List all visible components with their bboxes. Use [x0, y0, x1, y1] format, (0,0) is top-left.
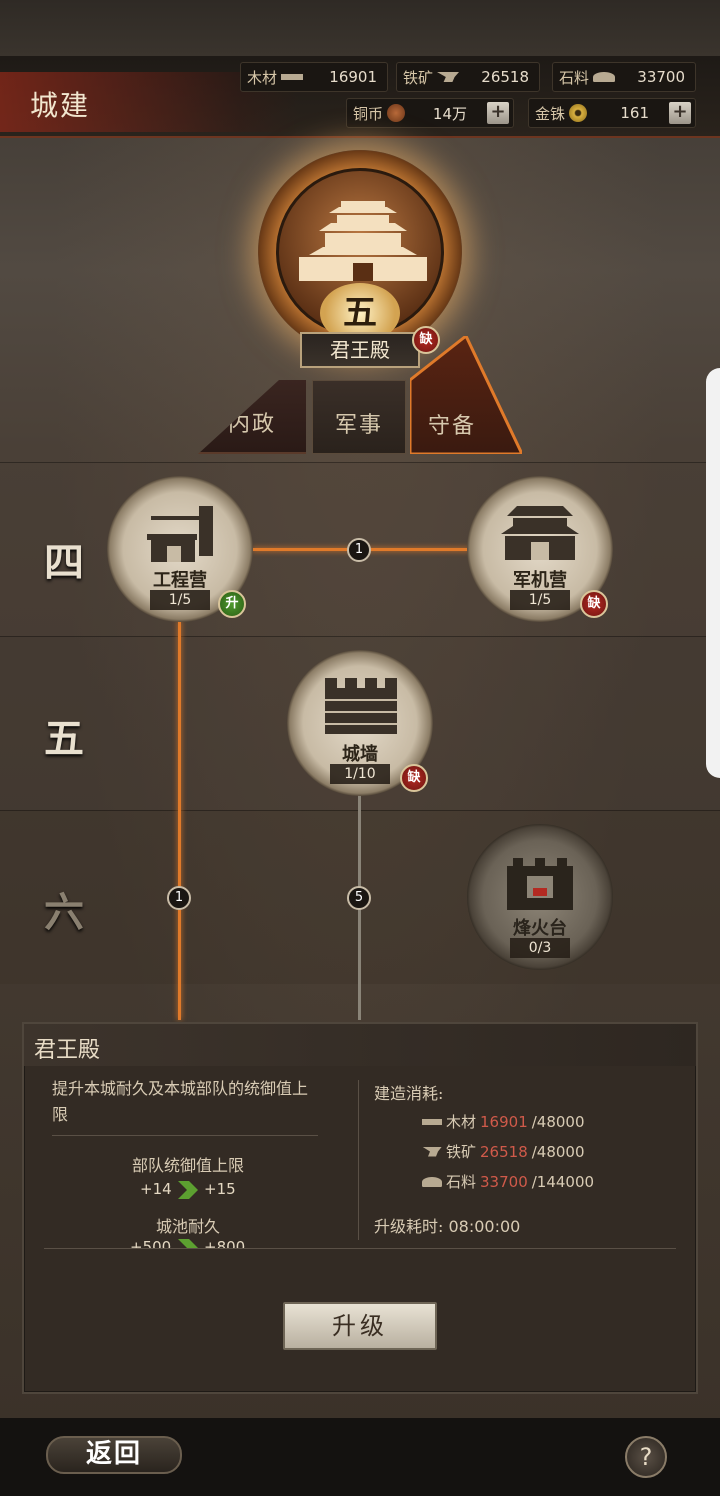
- stat-city-durability-label: 城池耐久: [155, 1217, 220, 1236]
- build-cost-label: 建造消耗:: [374, 1084, 444, 1103]
- page-title: 城建: [30, 89, 91, 122]
- add-copper-button[interactable]: +: [487, 102, 509, 124]
- upgrade-time: 升级耗时: 08:00:00: [374, 1213, 520, 1237]
- back-button[interactable]: 返回: [46, 1436, 182, 1474]
- panel-header: [24, 1024, 696, 1066]
- node-beacon-tower-name: 烽火台: [513, 918, 567, 939]
- resource-wood: 木材 16901: [240, 62, 388, 92]
- stat-troop-command-from: +14: [140, 1180, 172, 1198]
- copper-coin-icon: [387, 104, 406, 122]
- gold-coin-icon: [569, 104, 588, 122]
- node-beacon-tower-count: 0/3: [510, 938, 570, 958]
- resource-stone-value: 33700: [637, 68, 685, 86]
- resource-iron: 铁矿 26518: [396, 62, 540, 92]
- divider: [52, 1135, 318, 1136]
- resource-copper-label: 铜币: [353, 104, 384, 123]
- connector-badge: 1: [167, 886, 191, 910]
- side-panel-handle[interactable]: [706, 368, 720, 778]
- add-gold-button[interactable]: +: [669, 102, 691, 124]
- cost-wood-need: /48000: [531, 1112, 585, 1131]
- cost-wood-name: 木材: [446, 1113, 477, 1131]
- upgrade-time-label: 升级耗时:: [374, 1217, 444, 1236]
- panel-title: 君王殿: [34, 1038, 101, 1063]
- tab-defense-label: 守备: [427, 414, 476, 439]
- cost-stone-have: 33700: [480, 1172, 528, 1191]
- tier-label-4: 四: [44, 539, 84, 586]
- resource-gold-label: 金铢: [535, 104, 566, 123]
- connector-engineering-down: [178, 620, 181, 1020]
- stone-icon: [593, 72, 616, 82]
- resource-copper-value: 14万: [432, 104, 467, 123]
- resource-gold-value: 161: [620, 104, 649, 122]
- cost-iron-name: 铁矿: [446, 1143, 477, 1161]
- resource-copper: 铜币 14万 +: [346, 98, 514, 128]
- connector-badge: 1: [347, 538, 371, 562]
- cost-row-wood: 木材 16901/48000: [422, 1111, 585, 1132]
- stat-city-durability-to: +800: [204, 1238, 246, 1248]
- resource-wood-value: 16901: [329, 68, 377, 86]
- upgrade-time-value: 08:00:00: [448, 1217, 521, 1236]
- connector-badge: 5: [347, 886, 371, 910]
- increase-arrow-icon: [178, 1239, 198, 1248]
- wood-icon: [281, 74, 304, 80]
- node-military-machinery-camp-count: 1/5: [510, 590, 570, 610]
- resource-lack-badge: 缺: [400, 764, 428, 792]
- building-description: 提升本城耐久及本城部队的统御值上限: [52, 1079, 309, 1124]
- tab-military[interactable]: 军事: [312, 380, 406, 454]
- cost-stone-need: /144000: [531, 1172, 595, 1191]
- main-building-name: 君王殿: [300, 332, 420, 368]
- cost-stone-name: 石料: [446, 1173, 477, 1191]
- tab-military-label: 军事: [334, 413, 383, 438]
- node-military-machinery-camp-name: 军机营: [513, 570, 567, 591]
- node-city-wall-name: 城墙: [342, 744, 378, 765]
- cost-row-stone: 石料 33700/144000: [422, 1171, 594, 1192]
- stat-city-durability-row: +500 +800: [120, 1238, 260, 1248]
- stat-city-durability-from: +500: [130, 1238, 172, 1248]
- cost-iron-have: 26518: [480, 1142, 528, 1161]
- anvil-icon: [437, 72, 460, 82]
- resource-lack-badge: 缺: [580, 590, 608, 618]
- stat-troop-command-label: 部队统御值上限: [131, 1156, 244, 1175]
- stat-troop-command-to: +15: [204, 1180, 236, 1198]
- anvil-icon: [422, 1146, 442, 1157]
- cost-row-iron: 铁矿 26518/48000: [422, 1141, 585, 1162]
- upgrade-button[interactable]: 升级: [283, 1302, 437, 1350]
- resource-wood-label: 木材: [247, 68, 278, 87]
- divider: [44, 1248, 676, 1249]
- stone-icon: [422, 1176, 442, 1187]
- tab-defense[interactable]: 守备: [410, 380, 494, 454]
- tier-label-5: 五: [44, 715, 84, 762]
- cost-wood-have: 16901: [480, 1112, 528, 1131]
- resource-gold: 金铢 161 +: [528, 98, 696, 128]
- help-button[interactable]: ?: [625, 1436, 667, 1478]
- node-engineering-camp-name: 工程营: [153, 570, 207, 591]
- resource-iron-value: 26518: [481, 68, 529, 86]
- upgrade-available-badge: 升: [218, 590, 246, 618]
- node-city-wall-count: 1/10: [330, 764, 390, 784]
- cost-iron-need: /48000: [531, 1142, 585, 1161]
- tier-label-6: 六: [44, 889, 84, 936]
- resource-iron-label: 铁矿: [403, 68, 434, 87]
- resource-stone: 石料 33700: [552, 62, 696, 92]
- divider: [358, 1080, 359, 1240]
- top-decoration: [0, 0, 720, 56]
- resource-stone-label: 石料: [559, 68, 590, 87]
- node-engineering-camp-count: 1/5: [150, 590, 210, 610]
- wood-icon: [422, 1118, 442, 1125]
